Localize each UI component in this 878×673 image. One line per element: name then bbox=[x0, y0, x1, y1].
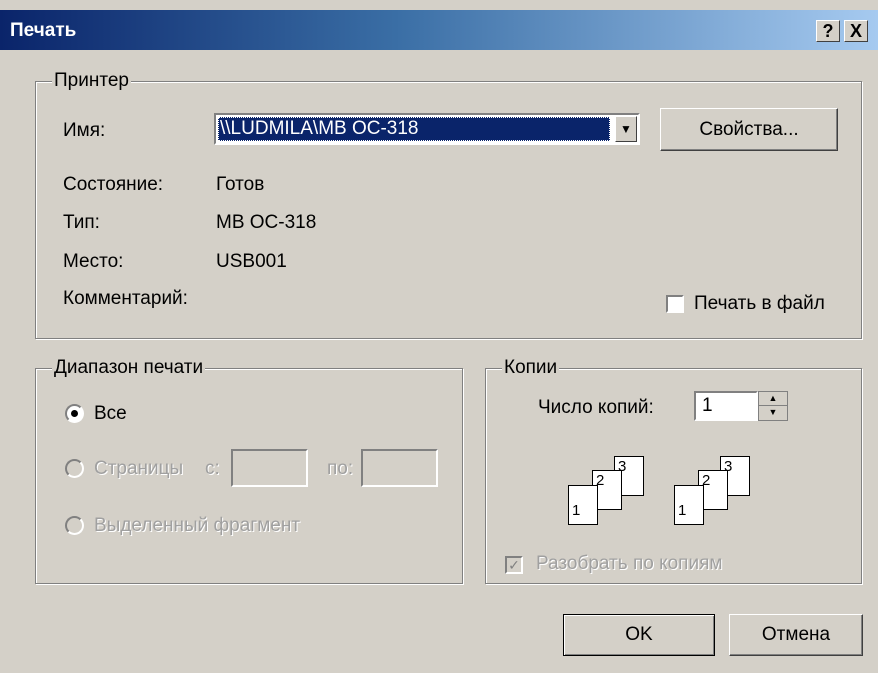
status-value: Готов bbox=[216, 174, 265, 195]
print-to-file-checkbox[interactable] bbox=[666, 295, 684, 313]
type-value: MB OC-318 bbox=[216, 212, 317, 233]
printer-name-value: \\LUDMILA\MB OC-318 bbox=[218, 117, 610, 141]
close-button[interactable]: X bbox=[844, 20, 868, 42]
copies-count-label: Число копий: bbox=[538, 397, 654, 418]
range-selection-label: Выделенный фрагмент bbox=[94, 515, 301, 536]
help-button[interactable]: ? bbox=[816, 20, 840, 42]
collate-checkbox: ✓ bbox=[505, 556, 523, 574]
range-selection-radio bbox=[65, 516, 84, 535]
range-pages-radio bbox=[65, 459, 84, 478]
cancel-button[interactable]: Отмена bbox=[729, 614, 863, 656]
title-bar: Печать ? X bbox=[0, 10, 878, 50]
collate-label: Разобрать по копиям bbox=[536, 553, 723, 574]
status-label: Состояние: bbox=[63, 174, 164, 195]
comment-label: Комментарий: bbox=[63, 288, 188, 309]
location-label: Место: bbox=[63, 251, 124, 272]
chevron-down-icon[interactable]: ▼ bbox=[615, 116, 637, 142]
printer-group-label: Принтер bbox=[52, 70, 131, 92]
ok-button[interactable]: OK bbox=[563, 614, 715, 656]
collate-page-1: 1 bbox=[568, 485, 598, 525]
copies-spinner[interactable]: ▲ ▼ bbox=[758, 391, 788, 421]
range-all-radio[interactable] bbox=[65, 404, 84, 423]
printer-name-label: Имя: bbox=[63, 120, 106, 141]
properties-button[interactable]: Свойства... bbox=[660, 108, 838, 151]
copies-group-label: Копии bbox=[502, 357, 560, 379]
print-range-group-label: Диапазон печати bbox=[52, 357, 206, 379]
print-to-file-label[interactable]: Печать в файл bbox=[694, 293, 825, 315]
range-all-label[interactable]: Все bbox=[94, 403, 127, 425]
range-pages-label: Страницы bbox=[94, 458, 184, 479]
spin-up-icon[interactable]: ▲ bbox=[759, 392, 787, 406]
location-value: USB001 bbox=[216, 251, 287, 272]
collate-page-1b: 1 bbox=[674, 485, 704, 525]
range-from-input bbox=[231, 449, 308, 487]
spin-down-icon[interactable]: ▼ bbox=[759, 406, 787, 419]
printer-name-select[interactable]: \\LUDMILA\MB OC-318 ▼ bbox=[214, 113, 640, 145]
print-dialog: Печать ? X Принтер Имя: \\LUDMILA\MB OC-… bbox=[0, 0, 878, 673]
type-label: Тип: bbox=[63, 212, 100, 233]
window-title: Печать bbox=[10, 20, 77, 41]
copies-count-input[interactable]: 1 bbox=[694, 391, 758, 421]
range-from-label: с: bbox=[205, 458, 220, 479]
range-to-label: по: bbox=[327, 458, 354, 479]
range-to-input bbox=[361, 449, 438, 487]
